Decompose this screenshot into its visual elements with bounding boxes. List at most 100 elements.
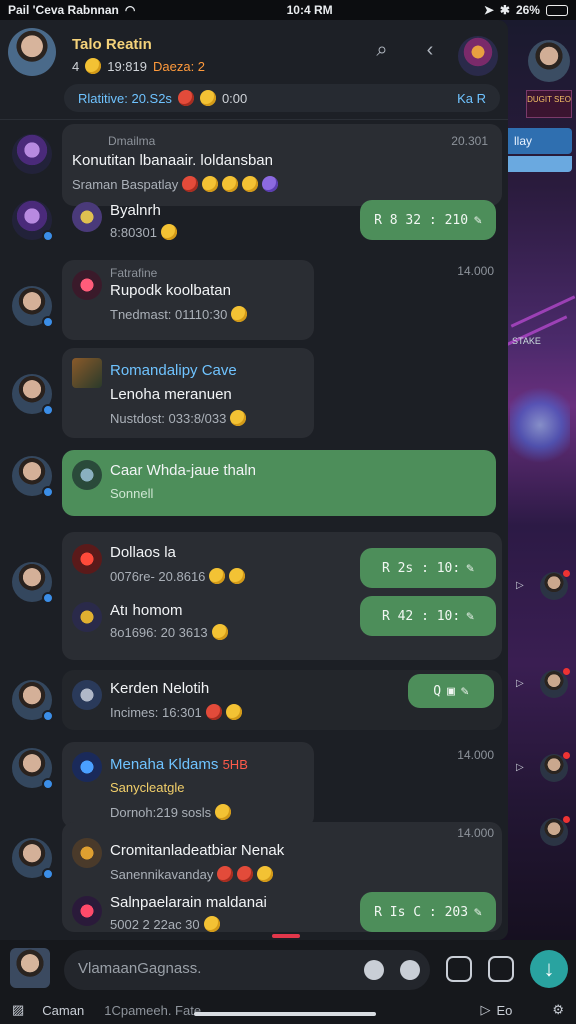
bottom-toolbar: ▨ Caman 1Cpameeh. Fate ▷ Eo ⚙ <box>0 996 576 1024</box>
tag-icon: ✎ <box>474 212 482 228</box>
voice-message-pill[interactable]: R 42 : 10: ✎ <box>360 596 496 636</box>
settings-icon[interactable]: ⚙ <box>552 1002 564 1018</box>
user-icon <box>72 460 102 490</box>
clock-text: 10:4 RM <box>286 3 333 17</box>
side-avatar[interactable] <box>540 570 570 600</box>
list-item[interactable]: Salnpaelarain maldanai 5002 2 22ac 30 R … <box>0 884 508 940</box>
message-title: Rupodk koolbatan <box>110 282 231 299</box>
message-bubble[interactable]: Menaha Kldams 5HB Sanycleatgle Dornoh:21… <box>62 742 314 828</box>
list-item[interactable]: Kerden Nelotih Incimes: 16:301 Q ▣ ✎ <box>0 666 508 732</box>
filter-right-label[interactable]: Ka R <box>457 91 486 106</box>
voice-message-pill[interactable]: R Is C : 203 ✎ <box>360 892 496 932</box>
subtitle-time: 19:819 <box>107 58 147 74</box>
list-item[interactable]: Byalnrh 8:80301 R 8 32 : 210 ✎ <box>0 190 508 250</box>
message-prefix: Dmailma <box>108 134 156 148</box>
image-icon: ▣ <box>447 683 455 699</box>
camera-icon[interactable] <box>364 960 384 980</box>
message-title: Kerden Nelotih <box>110 680 210 697</box>
media-icon[interactable] <box>488 956 514 982</box>
avatar <box>12 134 52 174</box>
message-time: 20.301 <box>451 134 488 148</box>
back-chevron-icon[interactable]: ‹ <box>418 38 442 62</box>
filter-label: Rlatitive: 20.S2s <box>78 90 172 106</box>
side-avatar[interactable] <box>540 668 570 698</box>
tag-icon: ✎ <box>466 560 475 576</box>
message-sub: Sanycleatgle <box>110 780 185 795</box>
status-bar: Pail 'Ceva Rabnnan ◠ 10:4 RM ➤ ✱ 26% <box>0 0 576 20</box>
list-item[interactable]: Romandalipy Cave Lenoha meranuen Nustdos… <box>0 348 508 456</box>
avatar <box>12 838 54 880</box>
side-control-icon[interactable]: ▷ <box>516 678 524 689</box>
message-sub: Tnedmast: 01110:30 <box>110 306 248 322</box>
message-time: 14.000 <box>457 748 494 762</box>
side-profile-avatar[interactable] <box>528 40 570 82</box>
footer-right-label[interactable]: Eo <box>496 1003 512 1018</box>
carrier-text: Pail 'Ceva Rabnnan <box>8 3 119 17</box>
subtitle-tag: Daeza: 2 <box>153 58 206 74</box>
side-tab[interactable]: llay <box>508 128 572 154</box>
search-icon[interactable]: ⌕ <box>370 38 394 62</box>
message-bubble[interactable]: Atı homom 8o1696: 20 3613 <box>62 592 362 648</box>
member-count: 4 <box>72 58 80 74</box>
my-avatar[interactable] <box>10 948 50 988</box>
gif-icon[interactable] <box>446 956 472 982</box>
chat-header: Talo Reatin 4 19:819 Daeza: 2 ⌕ ‹ Rlatit… <box>0 20 508 120</box>
side-avatar[interactable] <box>540 752 570 782</box>
play-icon[interactable]: ▷ <box>480 1002 490 1018</box>
message-list: Dmailma Konutitan lbanaair. loldansban S… <box>0 120 508 940</box>
message-sub: 0076re- 20.8616 <box>110 568 246 584</box>
side-mini-label: STAKE <box>512 336 541 346</box>
battery-percent: 26% <box>515 3 540 17</box>
voice-message-pill[interactable]: R 8 32 : 210 ✎ <box>360 200 496 240</box>
attach-icon[interactable]: ▨ <box>12 1002 24 1018</box>
message-title: Romandalipy Cave <box>110 362 237 379</box>
bluetooth-icon: ✱ <box>499 3 510 17</box>
side-control-icon[interactable]: ▷ <box>516 762 524 773</box>
message-bubble[interactable]: Romandalipy Cave Lenoha meranuen Nustdos… <box>62 348 314 438</box>
message-title: Atı homom <box>110 602 183 619</box>
message-sub: Sonnell <box>110 486 154 501</box>
message-prefix: Fatrafine <box>110 266 158 280</box>
side-game-badge: DUGIT SEO <box>526 90 572 118</box>
voice-message-pill[interactable]: R 2s : 10: ✎ <box>360 548 496 588</box>
message-sub: Sanennikavanday <box>110 866 274 882</box>
message-sub: 8o1696: 20 3613 <box>110 624 228 640</box>
footer-left-label[interactable]: Caman <box>42 1003 84 1018</box>
page-indicator <box>272 934 300 938</box>
message-title: Caar Whda-jaue thaln <box>110 462 256 479</box>
battery-icon <box>545 4 568 16</box>
avatar <box>12 456 54 498</box>
side-control-icon[interactable]: ▷ <box>516 580 524 591</box>
smile-emoji-icon <box>85 58 102 74</box>
message-time: 14.000 <box>457 264 494 278</box>
list-item[interactable]: Menaha Kldams 5HB Sanycleatgle Dornoh:21… <box>0 742 508 832</box>
message-title: Salnpaelarain maldanai <box>110 894 267 911</box>
list-item[interactable]: Dollaos la 0076re- 20.8616 R 2s : 10: ✎ <box>0 532 508 660</box>
side-avatar[interactable] <box>540 816 570 846</box>
list-item[interactable]: Atı homom 8o1696: 20 3613 R 42 : 10: ✎ <box>0 592 508 652</box>
message-sub-secondary: Dornoh:219 sosls <box>110 804 232 820</box>
tag-icon: ✎ <box>466 608 475 624</box>
send-button[interactable]: ↓ <box>530 950 568 988</box>
user-icon <box>72 838 102 868</box>
sticker-icon[interactable] <box>400 960 420 980</box>
filter-bar[interactable]: Rlatitive: 20.S2s 0:00 Ka R <box>64 84 500 112</box>
message-bubble[interactable]: Salnpaelarain maldanai 5002 2 22ac 30 <box>62 884 362 938</box>
message-sub: 8:80301 <box>110 224 177 240</box>
message-sub: Nustdost: 033:8/033 <box>110 410 247 426</box>
list-item[interactable]: Fatrafine Rupodk koolbatan Tnedmast: 011… <box>0 260 508 352</box>
message-bubble[interactable]: Caar Whda-jaue thaln Sonnell <box>62 450 496 516</box>
game-avatar[interactable] <box>458 36 498 76</box>
list-item[interactable]: Caar Whda-jaue thaln Sonnell <box>0 450 508 520</box>
wifi-icon: ◠ <box>124 3 136 17</box>
location-icon: ➤ <box>483 3 494 17</box>
chat-avatar[interactable] <box>8 28 56 76</box>
composer: VlamaanGagnass. ↓ ▨ Caman 1Cpameeh. Fate… <box>0 940 576 1024</box>
message-title: Menaha Kldams 5HB <box>110 756 248 773</box>
message-title: Konutitan lbanaair. loldansban <box>72 152 273 169</box>
tag-icon: ✎ <box>474 904 482 920</box>
message-sub: Incimes: 16:301 <box>110 704 242 720</box>
message-bubble[interactable]: Fatrafine Rupodk koolbatan Tnedmast: 011… <box>62 260 314 340</box>
voice-message-pill[interactable]: Q ▣ ✎ <box>408 674 494 708</box>
thumbnail-icon <box>72 358 102 388</box>
